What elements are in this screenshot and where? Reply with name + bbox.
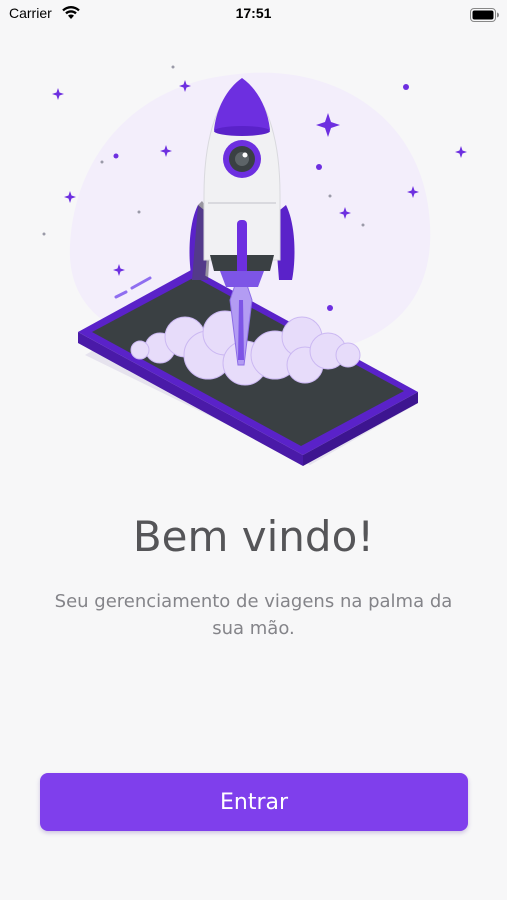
enter-button[interactable]: Entrar [40,773,468,831]
welcome-title: Bem vindo! [132,512,375,561]
home-indicator-area [0,880,507,900]
clock: 17:51 [235,5,272,21]
rocket-launch-illustration [42,65,467,466]
welcome-subtitle: Seu gerenciamento de viagens na palma da… [54,591,453,639]
status-bar: Carrier 17:51 [0,0,507,30]
battery-icon [470,7,500,26]
